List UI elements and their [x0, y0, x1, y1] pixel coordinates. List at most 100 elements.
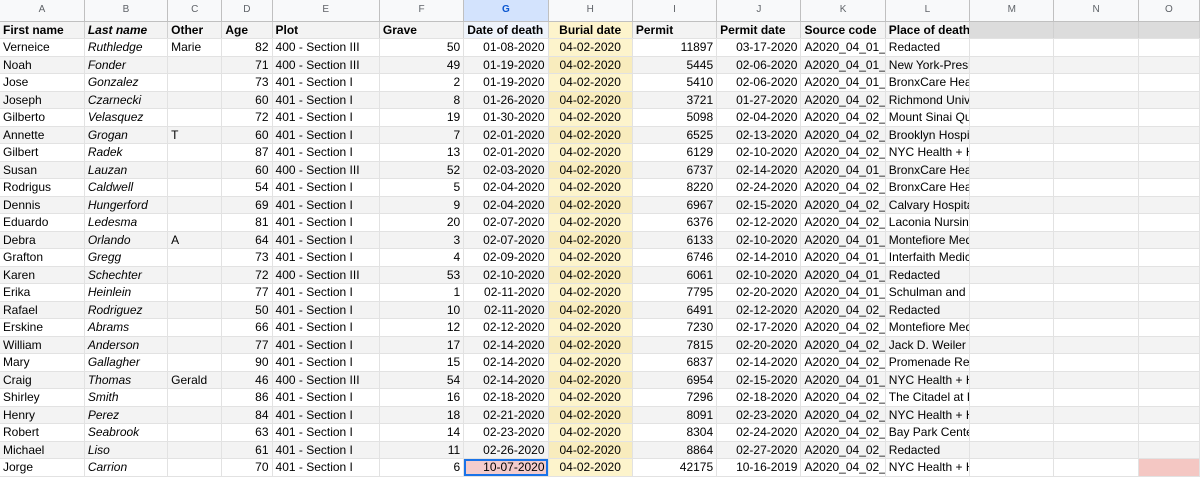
cell-empty-n[interactable] — [1053, 336, 1139, 354]
cell-empty-m[interactable] — [969, 108, 1055, 127]
cell-empty-n[interactable] — [1053, 143, 1139, 162]
cell-first-name[interactable]: Jose — [0, 73, 85, 92]
column-header-g[interactable]: G — [463, 0, 549, 22]
cell-date-of-death[interactable]: 02-07-2020 — [463, 213, 549, 232]
cell-empty-m[interactable] — [969, 38, 1055, 57]
cell-first-name[interactable]: Craig — [0, 371, 85, 389]
cell-permit[interactable]: 5098 — [632, 108, 718, 127]
cell-first-name[interactable]: Grafton — [0, 248, 85, 267]
cell-burial-date[interactable]: 04-02-2020 — [548, 126, 633, 144]
cell-empty-o[interactable] — [1138, 38, 1200, 57]
cell-permit-date[interactable]: 02-24-2020 — [716, 178, 802, 197]
cell-empty-o[interactable] — [1138, 423, 1200, 442]
cell-first-name[interactable]: Gilbert — [0, 143, 85, 162]
cell-grave[interactable]: 17 — [379, 336, 465, 354]
cell-permit-date[interactable]: 02-06-2020 — [716, 73, 802, 92]
cell-source-code[interactable]: A2020_04_02_V — [800, 388, 886, 407]
cell-age[interactable]: 50 — [221, 301, 273, 319]
cell-first-name[interactable]: Annette — [0, 126, 85, 144]
cell-source-code[interactable]: A2020_04_02_V — [800, 178, 886, 197]
cell-other[interactable] — [167, 196, 223, 214]
cell-first-name[interactable]: William — [0, 336, 85, 354]
cell-last-name[interactable]: Velasquez — [84, 108, 169, 127]
cell-empty-m[interactable] — [969, 371, 1055, 389]
cell-place-of-death[interactable]: Mount Sinai Queens — [885, 108, 971, 127]
cell-grave[interactable]: 20 — [379, 213, 465, 232]
column-header-a[interactable]: A — [0, 0, 85, 22]
cell-first-name[interactable]: Jorge — [0, 458, 85, 477]
cell-empty-m[interactable] — [969, 178, 1055, 197]
header-age[interactable]: Age — [221, 21, 273, 39]
cell-last-name[interactable]: Grogan — [84, 126, 169, 144]
cell-plot[interactable]: 401 - Section I — [272, 73, 380, 92]
cell-empty-m[interactable] — [969, 423, 1055, 442]
cell-empty-o[interactable] — [1138, 388, 1200, 407]
cell-source-code[interactable]: A2020_04_02_V — [800, 91, 886, 109]
cell-burial-date[interactable]: 04-02-2020 — [548, 353, 633, 372]
cell-burial-date[interactable]: 04-02-2020 — [548, 143, 633, 162]
cell-place-of-death[interactable]: The Citadel at Kingsbridge — [885, 388, 971, 407]
cell-source-code[interactable]: A2020_04_02_V — [800, 126, 886, 144]
cell-empty-n[interactable] — [1053, 213, 1139, 232]
cell-age[interactable]: 73 — [221, 248, 273, 267]
cell-source-code[interactable]: A2020_04_01_V — [800, 73, 886, 92]
cell-permit-date[interactable]: 02-12-2020 — [716, 301, 802, 319]
cell-empty-o[interactable] — [1138, 161, 1200, 179]
cell-empty-n[interactable] — [1053, 458, 1139, 477]
cell-date-of-death[interactable]: 02-12-2020 — [463, 318, 549, 337]
cell-permit-date[interactable]: 02-17-2020 — [716, 318, 802, 337]
cell-age[interactable]: 84 — [221, 406, 273, 424]
cell-burial-date[interactable]: 04-02-2020 — [548, 178, 633, 197]
header-plot[interactable]: Plot — [272, 21, 380, 39]
cell-burial-date[interactable]: 04-02-2020 — [548, 336, 633, 354]
cell-date-of-death[interactable]: 02-01-2020 — [463, 143, 549, 162]
cell-plot[interactable]: 401 - Section I — [272, 406, 380, 424]
cell-empty-n[interactable] — [1053, 441, 1139, 459]
cell-grave[interactable]: 6 — [379, 458, 465, 477]
cell-date-of-death[interactable]: 02-10-2020 — [463, 266, 549, 284]
cell-empty-o[interactable] — [1138, 336, 1200, 354]
cell-empty-n[interactable] — [1053, 248, 1139, 267]
cell-grave[interactable]: 11 — [379, 441, 465, 459]
cell-age[interactable]: 69 — [221, 196, 273, 214]
cell-grave[interactable]: 7 — [379, 126, 465, 144]
cell-source-code[interactable]: A2020_04_01_V — [800, 161, 886, 179]
cell-other[interactable] — [167, 108, 223, 127]
cell-burial-date[interactable]: 04-02-2020 — [548, 318, 633, 337]
cell-last-name[interactable]: Heinlein — [84, 283, 169, 302]
cell-date-of-death[interactable]: 02-26-2020 — [463, 441, 549, 459]
cell-empty-n[interactable] — [1053, 353, 1139, 372]
cell-other[interactable] — [167, 388, 223, 407]
cell-permit-date[interactable]: 02-13-2020 — [716, 126, 802, 144]
cell-empty-n[interactable] — [1053, 371, 1139, 389]
cell-place-of-death[interactable]: NYC Health + Hospitals/Woodhull — [885, 371, 971, 389]
cell-first-name[interactable]: Henry — [0, 406, 85, 424]
cell-place-of-death[interactable]: Schulman and Schachne Institute for Nurs… — [885, 283, 971, 302]
cell-first-name[interactable]: Mary — [0, 353, 85, 372]
cell-first-name[interactable]: Gilberto — [0, 108, 85, 127]
cell-other[interactable] — [167, 301, 223, 319]
cell-source-code[interactable]: A2020_04_02_V — [800, 441, 886, 459]
cell-first-name[interactable]: Rodrigus — [0, 178, 85, 197]
cell-first-name[interactable]: Michael — [0, 441, 85, 459]
cell-empty-n[interactable] — [1053, 73, 1139, 92]
cell-date-of-death[interactable]: 02-21-2020 — [463, 406, 549, 424]
cell-plot[interactable]: 401 - Section I — [272, 143, 380, 162]
cell-permit[interactable]: 7230 — [632, 318, 718, 337]
cell-permit[interactable]: 6967 — [632, 196, 718, 214]
cell-empty-n[interactable] — [1053, 231, 1139, 249]
cell-last-name[interactable]: Smith — [84, 388, 169, 407]
cell-empty-o[interactable] — [1138, 196, 1200, 214]
cell-source-code[interactable]: A2020_04_01_V — [800, 283, 886, 302]
cell-burial-date[interactable]: 04-02-2020 — [548, 283, 633, 302]
cell-plot[interactable]: 401 - Section I — [272, 441, 380, 459]
cell-empty-o[interactable] — [1138, 371, 1200, 389]
column-header-j[interactable]: J — [716, 0, 802, 22]
cell-plot[interactable]: 401 - Section I — [272, 283, 380, 302]
cell-age[interactable]: 77 — [221, 283, 273, 302]
cell-age[interactable]: 86 — [221, 388, 273, 407]
cell-empty-n[interactable] — [1053, 283, 1139, 302]
cell-date-of-death[interactable]: 02-23-2020 — [463, 423, 549, 442]
cell-place-of-death[interactable]: Calvary Hospital — [885, 196, 971, 214]
cell-grave[interactable]: 52 — [379, 161, 465, 179]
